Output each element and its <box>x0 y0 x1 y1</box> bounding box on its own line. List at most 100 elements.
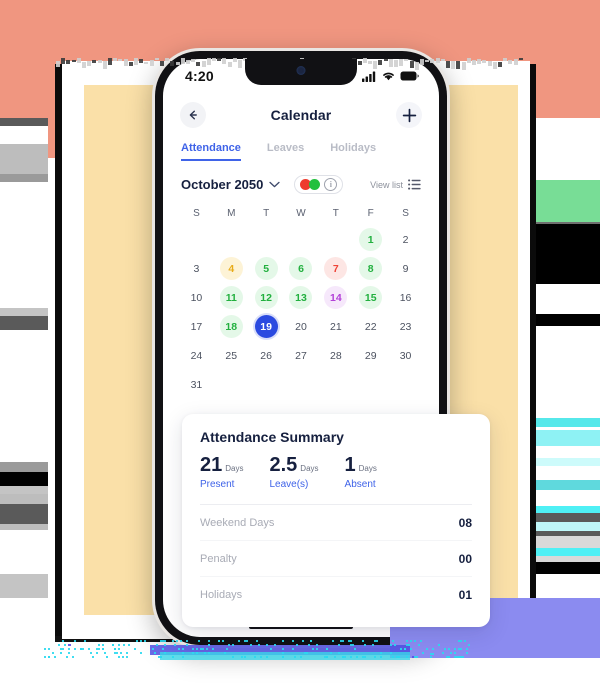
calendar-cell[interactable]: 28 <box>318 341 353 370</box>
calendar-cell[interactable]: 9 <box>388 254 423 283</box>
calendar-cell <box>249 225 284 254</box>
add-button[interactable] <box>396 102 422 128</box>
calendar-cell[interactable]: 17 <box>179 312 214 341</box>
decorative-noise <box>118 648 120 650</box>
decorative-noise <box>410 648 412 650</box>
calendar-cell[interactable]: 3 <box>179 254 214 283</box>
decorative-noise <box>458 648 460 650</box>
calendar-cell[interactable]: 5 <box>249 254 284 283</box>
decorative-noise <box>68 644 71 646</box>
calendar-cell[interactable]: 11 <box>214 283 249 312</box>
calendar-day-24[interactable]: 24 <box>185 344 208 367</box>
calendar-cell[interactable]: 2 <box>388 225 423 254</box>
back-button[interactable] <box>180 102 206 128</box>
calendar-cell[interactable]: 8 <box>353 254 388 283</box>
stat-leaves-label: Leave(s) <box>269 479 309 490</box>
decorative-noise <box>398 656 400 658</box>
calendar-day-29[interactable]: 29 <box>359 344 382 367</box>
calendar-day-19[interactable]: 19 <box>254 315 278 338</box>
calendar-day-17[interactable]: 17 <box>185 315 208 338</box>
decorative-noise <box>160 652 410 660</box>
calendar-day-1[interactable]: 1 <box>359 228 383 251</box>
calendar-cell[interactable]: 30 <box>388 341 423 370</box>
calendar-cell[interactable]: 18 <box>214 312 249 341</box>
calendar-day-30[interactable]: 30 <box>394 344 417 367</box>
calendar-day-12[interactable]: 12 <box>254 286 278 309</box>
calendar-cell[interactable]: 29 <box>353 341 388 370</box>
decorative-noise <box>68 652 70 654</box>
calendar-cell[interactable]: 4 <box>214 254 249 283</box>
calendar-day-10[interactable]: 10 <box>185 286 208 309</box>
summary-row-value: 00 <box>458 552 472 566</box>
decorative-noise <box>224 652 226 654</box>
calendar-cell[interactable]: 7 <box>318 254 353 283</box>
calendar-day-5[interactable]: 5 <box>254 257 278 280</box>
calendar-day-8[interactable]: 8 <box>359 257 383 280</box>
calendar-cell[interactable]: 23 <box>388 312 423 341</box>
decorative-noise <box>98 644 100 646</box>
decorative-noise <box>282 656 284 658</box>
calendar-cell[interactable]: 12 <box>249 283 284 312</box>
calendar-day-22[interactable]: 22 <box>359 315 382 338</box>
calendar-cell[interactable]: 14 <box>318 283 353 312</box>
tab-holidays[interactable]: Holidays <box>330 142 376 161</box>
decorative-noise <box>244 656 246 658</box>
calendar-day-13[interactable]: 13 <box>289 286 313 309</box>
attendance-summary-card: Attendance Summary 21 Days Present 2.5 D… <box>182 414 490 627</box>
calendar-cell[interactable]: 6 <box>284 254 319 283</box>
tab-attendance[interactable]: Attendance <box>181 142 241 161</box>
decorative-noise <box>356 656 358 658</box>
calendar-day-21[interactable]: 21 <box>324 315 347 338</box>
view-list-button[interactable]: View list <box>370 179 421 190</box>
decorative-noise <box>158 656 160 658</box>
calendar-cell[interactable]: 13 <box>284 283 319 312</box>
calendar-cell[interactable]: 25 <box>214 341 249 370</box>
calendar-day-15[interactable]: 15 <box>359 286 383 309</box>
calendar-day-27[interactable]: 27 <box>289 344 312 367</box>
calendar-day-4[interactable]: 4 <box>219 257 243 280</box>
calendar-cell[interactable]: 1 <box>353 225 388 254</box>
status-legend-pill[interactable]: i <box>294 175 344 194</box>
decorative-noise <box>196 648 198 650</box>
calendar-day-11[interactable]: 11 <box>219 286 243 309</box>
decorative-noise <box>316 648 318 650</box>
calendar-day-6[interactable]: 6 <box>289 257 313 280</box>
calendar-cell[interactable]: 16 <box>388 283 423 312</box>
calendar-cell[interactable]: 15 <box>353 283 388 312</box>
decorative-noise <box>62 648 64 650</box>
calendar-day-26[interactable]: 26 <box>255 344 278 367</box>
calendar-day-2[interactable]: 2 <box>394 228 417 251</box>
calendar-day-28[interactable]: 28 <box>324 344 347 367</box>
calendar-day-31[interactable]: 31 <box>185 373 208 396</box>
calendar-cell[interactable]: 26 <box>249 341 284 370</box>
calendar-day-16[interactable]: 16 <box>394 286 417 309</box>
status-icons <box>362 71 419 82</box>
decorative-noise <box>60 648 62 650</box>
calendar-cell[interactable]: 24 <box>179 341 214 370</box>
tab-leaves[interactable]: Leaves <box>267 142 304 161</box>
info-icon[interactable]: i <box>324 178 338 191</box>
calendar-day-20[interactable]: 20 <box>289 315 312 338</box>
month-label[interactable]: October 2050 <box>181 177 263 192</box>
calendar-day-25[interactable]: 25 <box>220 344 243 367</box>
calendar-cell[interactable]: 27 <box>284 341 319 370</box>
calendar-cell[interactable]: 21 <box>318 312 353 341</box>
calendar-cell[interactable]: 19 <box>249 312 284 341</box>
calendar-cell[interactable]: 22 <box>353 312 388 341</box>
decorative-noise <box>430 653 432 655</box>
weekday-header: F <box>367 208 374 219</box>
decorative-noise <box>174 644 176 646</box>
calendar-cell[interactable]: 31 <box>179 370 214 399</box>
calendar-day-9[interactable]: 9 <box>394 257 417 280</box>
chevron-down-icon[interactable] <box>269 181 281 188</box>
stat-present-unit: Days <box>225 464 244 473</box>
calendar-day-3[interactable]: 3 <box>185 257 208 280</box>
decorative-noise <box>48 656 50 658</box>
calendar-day-23[interactable]: 23 <box>394 315 417 338</box>
calendar-cell <box>249 370 284 399</box>
calendar-day-14[interactable]: 14 <box>324 286 348 309</box>
calendar-day-7[interactable]: 7 <box>324 257 348 280</box>
calendar-cell[interactable]: 10 <box>179 283 214 312</box>
calendar-day-18[interactable]: 18 <box>219 315 243 338</box>
calendar-cell[interactable]: 20 <box>284 312 319 341</box>
